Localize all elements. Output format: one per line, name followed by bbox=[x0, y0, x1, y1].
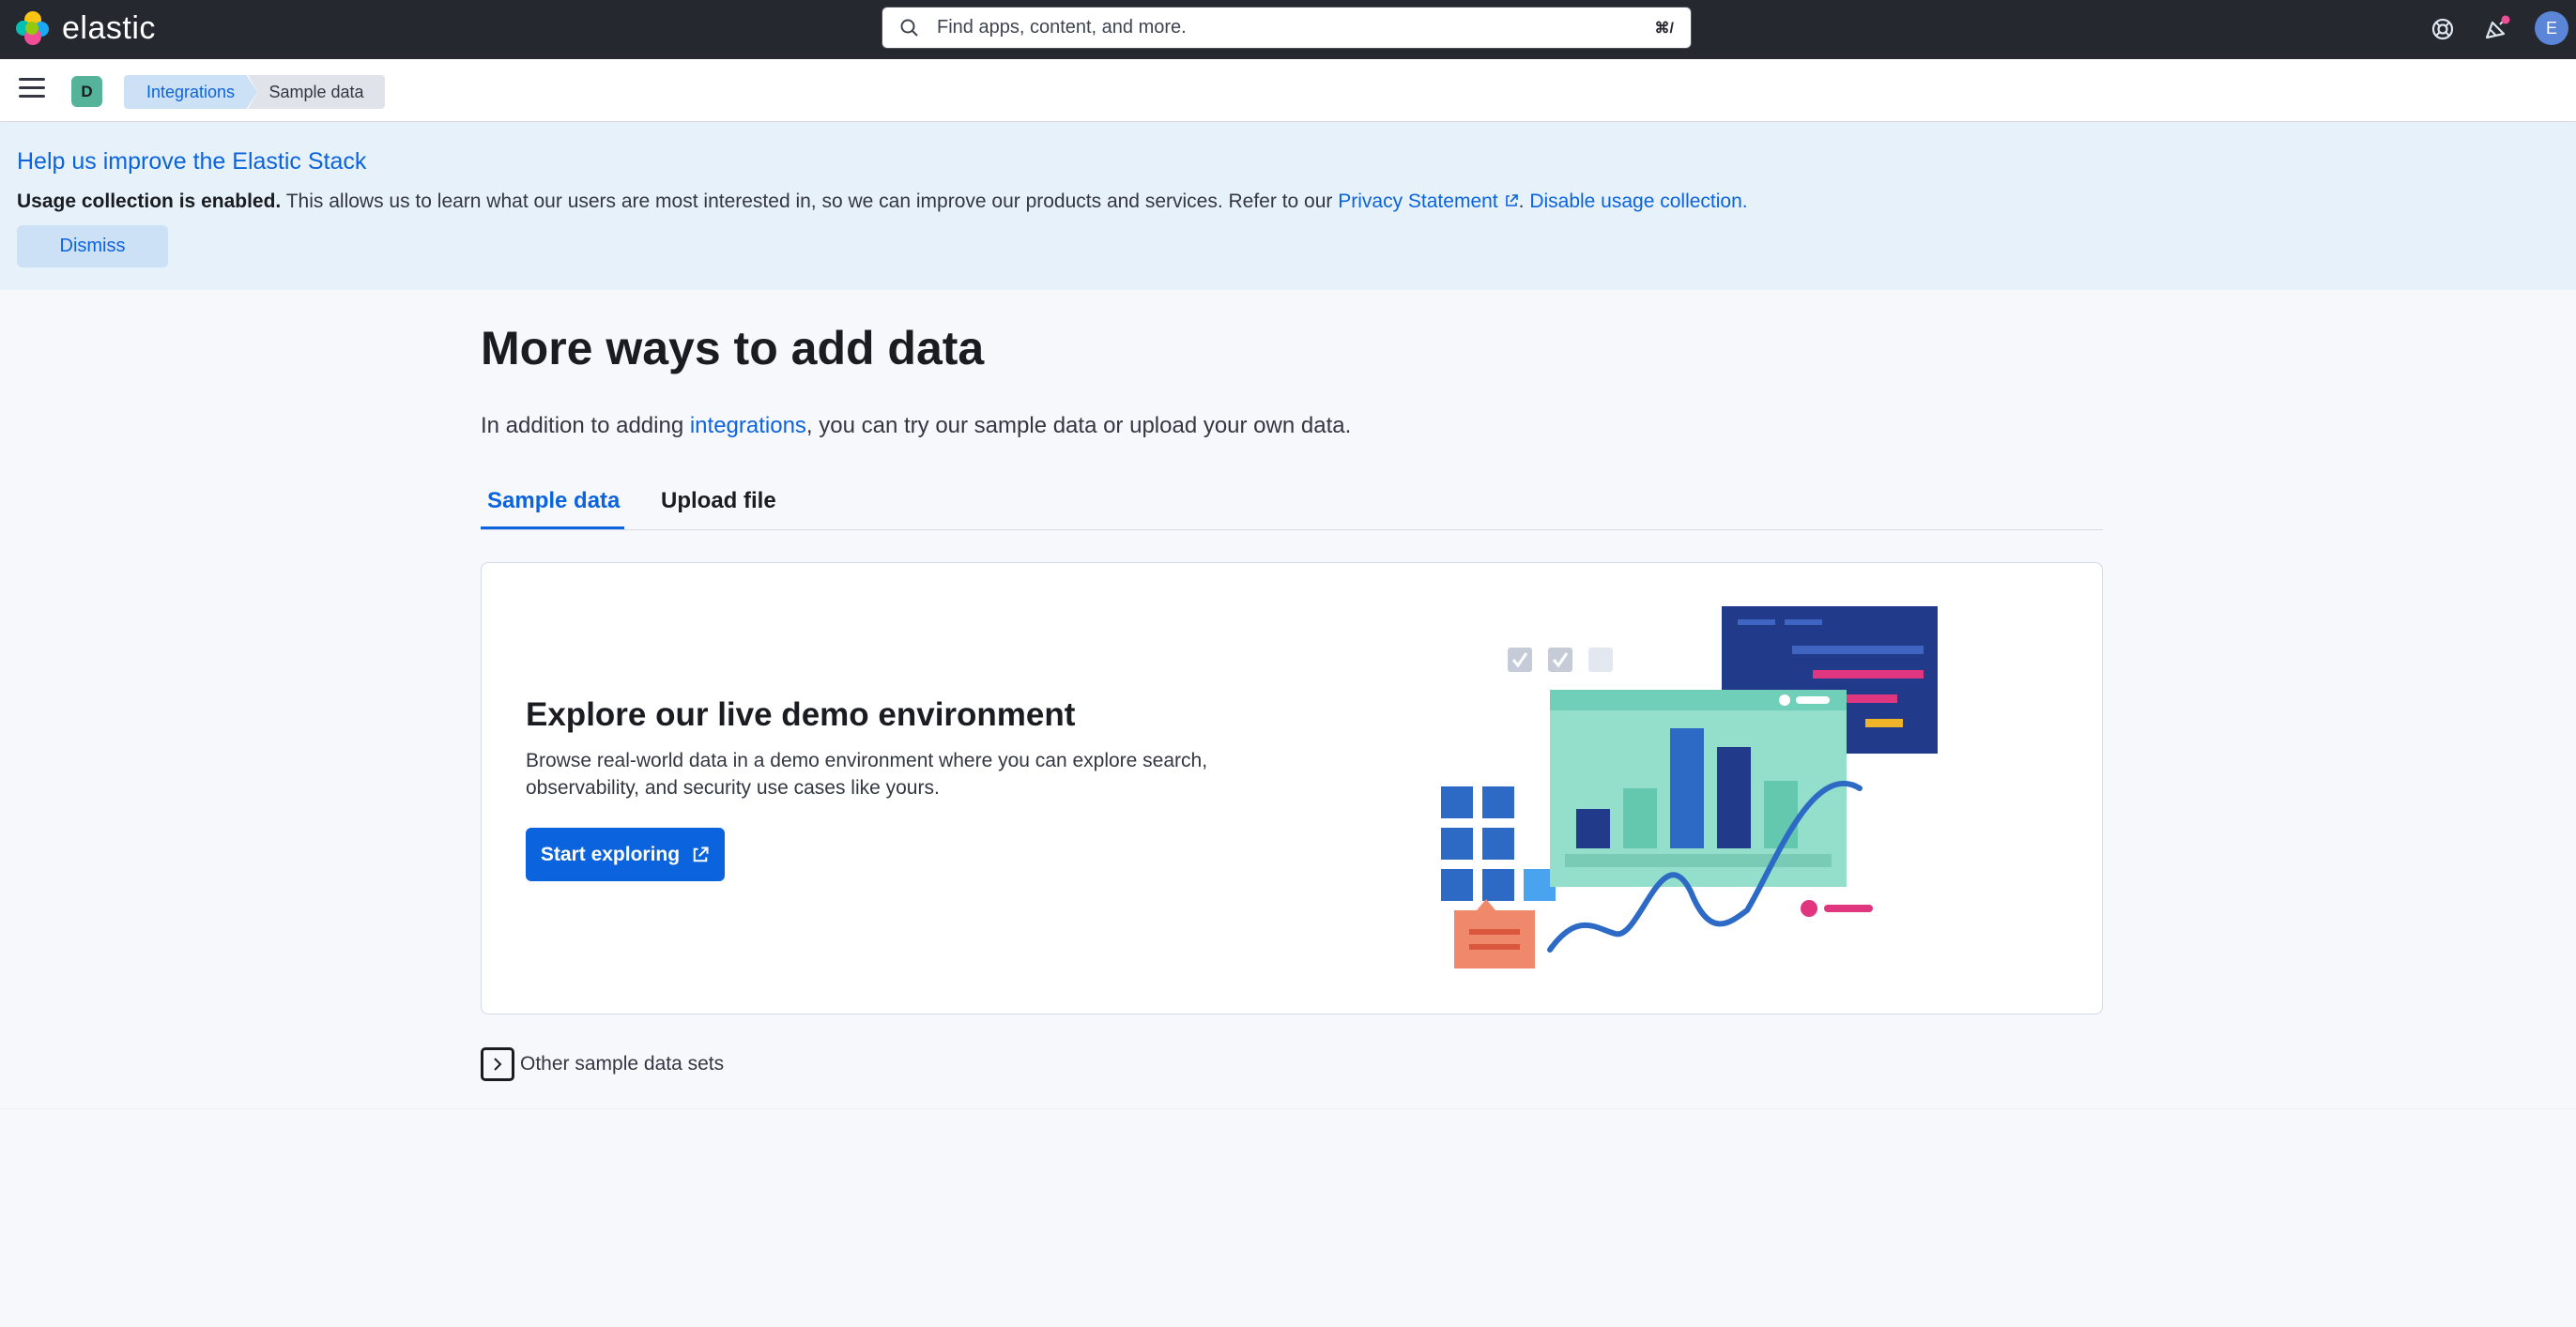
intro-text-before: In addition to adding bbox=[481, 413, 690, 438]
other-sample-data-sets-label: Other sample data sets bbox=[520, 1053, 725, 1075]
start-exploring-button[interactable]: Start exploring bbox=[526, 828, 725, 881]
callout-text: Usage collection is enabled. This allows… bbox=[17, 191, 1748, 213]
page-intro: In addition to adding integrations, you … bbox=[481, 413, 1351, 439]
tab-bar: Sample data Upload file bbox=[481, 480, 2103, 530]
user-avatar[interactable]: E bbox=[2535, 11, 2568, 45]
chevron-glyph bbox=[494, 1058, 502, 1071]
search-shortcut: ⌘/ bbox=[1654, 20, 1674, 37]
cheer-icon bbox=[2485, 15, 2510, 39]
page-title: More ways to add data bbox=[481, 322, 985, 374]
privacy-statement-link[interactable]: Privacy Statement bbox=[1338, 191, 1518, 212]
elastic-logo[interactable]: elastic bbox=[15, 9, 156, 47]
dismiss-button[interactable]: Dismiss bbox=[17, 225, 168, 267]
panel-title: Explore our live demo environment bbox=[526, 696, 1076, 733]
start-exploring-label: Start exploring bbox=[540, 843, 681, 865]
disable-usage-link[interactable]: Disable usage collection. bbox=[1529, 191, 1747, 212]
space-avatar[interactable]: D bbox=[71, 76, 102, 107]
search-icon bbox=[900, 19, 918, 37]
active-tab-indicator bbox=[481, 526, 624, 529]
breadcrumb-sample-data: Sample data bbox=[248, 75, 385, 109]
panel-description: Browse real-world data in a demo environ… bbox=[526, 750, 1208, 799]
breadcrumb-integrations[interactable]: Integrations bbox=[124, 75, 257, 109]
news-feed-icon[interactable] bbox=[2480, 12, 2514, 46]
intro-text-after: , you can try our sample data or upload … bbox=[805, 413, 1352, 438]
chevron-right-icon[interactable] bbox=[481, 1047, 514, 1081]
external-link-icon bbox=[1505, 194, 1518, 206]
breadcrumb-bar: D Integrations Sample data bbox=[0, 59, 2576, 122]
tab-upload-file[interactable]: Upload file bbox=[661, 488, 776, 514]
other-sample-data-sets-toggle[interactable]: Other sample data sets bbox=[481, 1047, 724, 1081]
lifebuoy-icon bbox=[2431, 18, 2454, 40]
demo-environment-panel: Explore our live demo environment Browse… bbox=[481, 562, 2103, 1014]
content-divider bbox=[0, 1108, 2576, 1109]
external-link-icon bbox=[693, 847, 709, 862]
hamburger-menu-icon[interactable] bbox=[19, 78, 45, 102]
integrations-link[interactable]: integrations bbox=[690, 413, 806, 438]
top-header: elastic Find apps, content, and more. ⌘/… bbox=[0, 0, 2576, 59]
tab-sample-data[interactable]: Sample data bbox=[487, 488, 620, 514]
callout-title: Help us improve the Elastic Stack bbox=[17, 148, 367, 175]
callout-separator: . bbox=[1518, 191, 1530, 212]
demo-illustration bbox=[1441, 606, 1938, 969]
callout-bold-text: Usage collection is enabled. bbox=[17, 191, 282, 212]
callout-body-text: This allows us to learn what our users a… bbox=[281, 191, 1339, 212]
usage-collection-callout: Help us improve the Elastic Stack Usage … bbox=[0, 123, 2576, 290]
global-search-input[interactable]: Find apps, content, and more. ⌘/ bbox=[882, 7, 1692, 49]
help-icon[interactable] bbox=[2426, 12, 2460, 46]
elastic-logo-icon bbox=[16, 11, 49, 45]
brand-name: elastic bbox=[62, 9, 156, 46]
privacy-link-label: Privacy Statement bbox=[1338, 191, 1498, 212]
search-placeholder: Find apps, content, and more. bbox=[937, 17, 1187, 38]
